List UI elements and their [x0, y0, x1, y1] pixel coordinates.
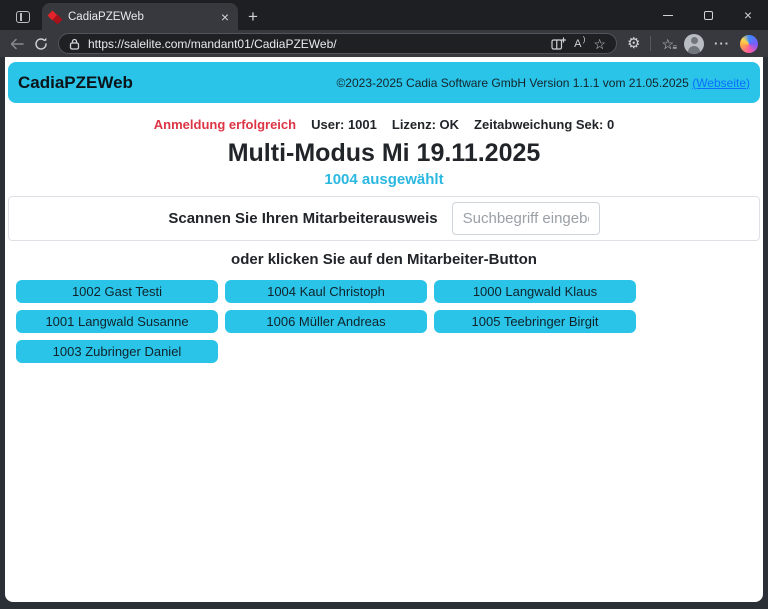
- employee-button[interactable]: 1005 Teebringer Birgit: [434, 310, 636, 333]
- site-favicon-icon: [49, 11, 61, 23]
- refresh-button[interactable]: [34, 37, 48, 51]
- employee-button[interactable]: 1003 Zubringer Daniel: [16, 340, 218, 363]
- maximize-icon: [704, 11, 713, 20]
- minimize-icon: [663, 15, 673, 16]
- employee-button[interactable]: 1000 Langwald Klaus: [434, 280, 636, 303]
- employee-button[interactable]: 1001 Langwald Susanne: [16, 310, 218, 333]
- address-bar[interactable]: https://salelite.com/mandant01/CadiaPZEW…: [58, 33, 617, 54]
- close-icon: ×: [744, 8, 752, 22]
- toolbar-divider: [650, 36, 651, 51]
- minimize-button[interactable]: [648, 0, 688, 30]
- employee-button[interactable]: 1004 Kaul Christoph: [225, 280, 427, 303]
- page-title: Multi-Modus Mi 19.11.2025: [5, 139, 763, 168]
- scan-card: Scannen Sie Ihren Mitarbeiterausweis: [8, 196, 760, 241]
- status-time-deviation: Zeitabweichung Sek: 0: [474, 117, 614, 132]
- website-link[interactable]: (Webseite): [692, 76, 750, 90]
- close-button[interactable]: ×: [728, 0, 768, 30]
- copilot-icon[interactable]: [740, 35, 758, 53]
- employee-button[interactable]: 1006 Müller Andreas: [225, 310, 427, 333]
- split-screen-button[interactable]: [551, 37, 566, 51]
- add-favorite-button[interactable]: ☆: [593, 37, 606, 51]
- refresh-icon: [34, 37, 48, 51]
- employee-button[interactable]: 1002 Gast Testi: [16, 280, 218, 303]
- app-header: CadiaPZEWeb ©2023-2025 Cadia Software Gm…: [8, 62, 760, 103]
- read-aloud-button[interactable]: A ): [574, 38, 585, 50]
- site-security-lock-icon[interactable]: [69, 38, 80, 50]
- back-button[interactable]: [10, 38, 24, 50]
- browser-tab-strip: CadiaPZEWeb × + ×: [0, 0, 768, 30]
- window-controls: ×: [648, 0, 768, 30]
- page-content: CadiaPZEWeb ©2023-2025 Cadia Software Gm…: [5, 57, 763, 602]
- search-input[interactable]: [452, 202, 600, 235]
- tab-actions-button[interactable]: [8, 3, 38, 30]
- scan-instruction-label: Scannen Sie Ihren Mitarbeiterausweis: [168, 210, 437, 227]
- selection-status: 1004 ausgewählt: [5, 171, 763, 188]
- tab-actions-icon: [16, 11, 30, 23]
- favorites-button[interactable]: ☆ ≡: [661, 37, 674, 51]
- profile-avatar[interactable]: [684, 34, 704, 54]
- status-user: User: 1001: [311, 117, 377, 132]
- maximize-button[interactable]: [688, 0, 728, 30]
- tab-close-icon[interactable]: ×: [219, 10, 231, 24]
- login-status-message: Anmeldung erfolgreich: [154, 117, 296, 132]
- read-aloud-icon: A: [574, 38, 581, 50]
- status-license: Lizenz: OK: [392, 117, 459, 132]
- or-instruction-text: oder klicken Sie auf den Mitarbeiter-But…: [5, 251, 763, 268]
- browser-toolbar: https://salelite.com/mandant01/CadiaPZEW…: [0, 30, 768, 57]
- copyright-label: ©2023-2025 Cadia Software GmbH Version 1…: [336, 76, 688, 90]
- copyright-text: ©2023-2025 Cadia Software GmbH Version 1…: [336, 76, 750, 90]
- employee-button-grid: 1002 Gast Testi 1004 Kaul Christoph 1000 L…: [16, 280, 656, 363]
- url-text[interactable]: https://salelite.com/mandant01/CadiaPZEW…: [88, 37, 543, 51]
- read-aloud-mark-icon: ): [583, 35, 586, 44]
- app-title: CadiaPZEWeb: [18, 73, 133, 93]
- favorites-lines-icon: ≡: [672, 44, 677, 52]
- new-tab-button[interactable]: +: [238, 3, 268, 30]
- back-arrow-icon: [10, 38, 24, 50]
- status-row: Anmeldung erfolgreich User: 1001 Lizenz:…: [5, 117, 763, 132]
- split-screen-icon: [551, 37, 566, 51]
- extensions-gear-button[interactable]: ⚙: [627, 36, 640, 51]
- tab-title: CadiaPZEWeb: [68, 11, 212, 23]
- settings-more-button[interactable]: ···: [714, 36, 730, 51]
- browser-tab-active[interactable]: CadiaPZEWeb ×: [42, 3, 238, 30]
